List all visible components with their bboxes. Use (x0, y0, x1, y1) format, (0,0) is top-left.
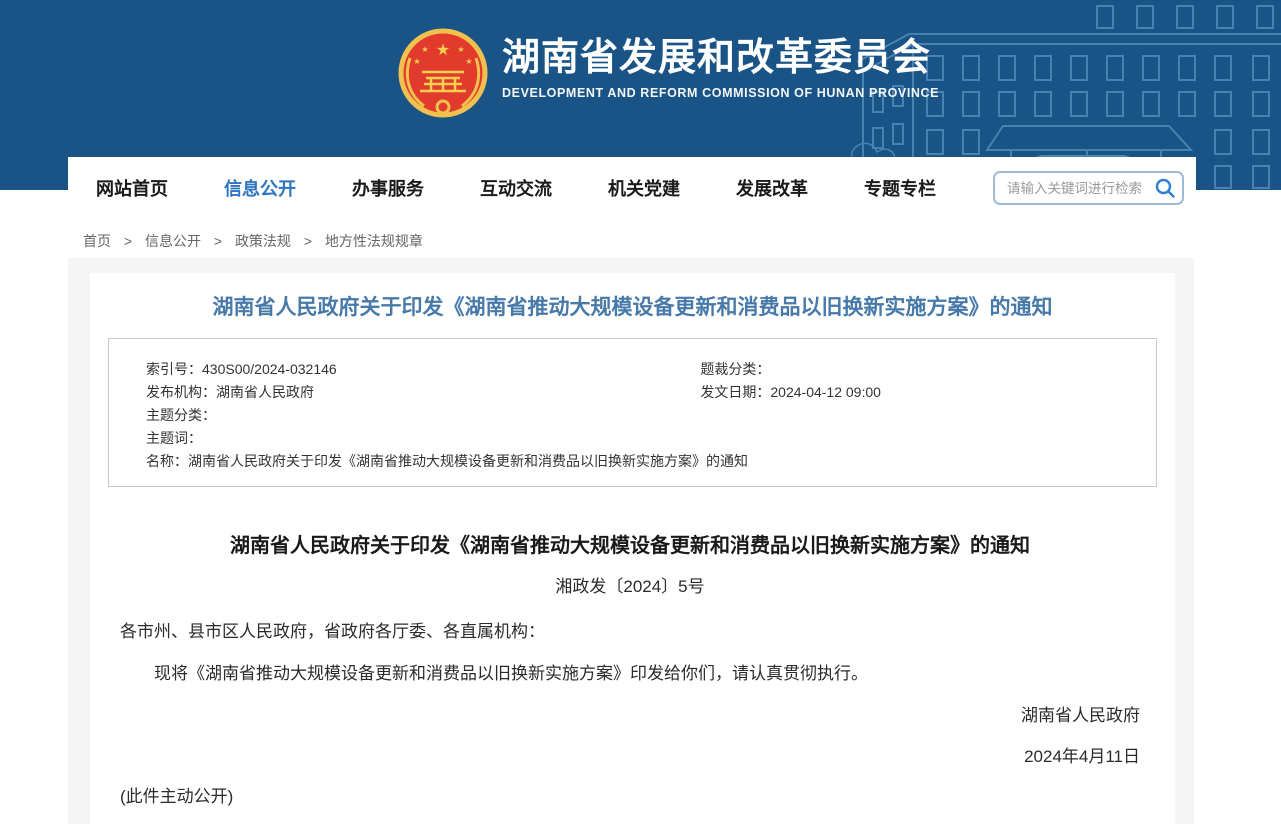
breadcrumb-info-disclosure[interactable]: 信息公开 (145, 233, 201, 249)
breadcrumb-separator: > (124, 233, 132, 249)
meta-index-label: 索引号： (146, 361, 202, 377)
nav-item-development-reform[interactable]: 发展改革 (736, 175, 808, 201)
meta-publisher: 发布机构：湖南省人民政府 (146, 381, 700, 404)
meta-date-value: 2024-04-12 09:00 (770, 384, 881, 400)
nav-item-services[interactable]: 办事服务 (352, 175, 424, 201)
nav-item-special-columns[interactable]: 专题专栏 (864, 175, 936, 201)
article-signer: 湖南省人民政府 (120, 702, 1140, 730)
article-sign-date: 2024年4月11日 (120, 743, 1140, 771)
meta-genre-label: 题裁分类： (700, 361, 770, 377)
meta-date-label: 发文日期： (700, 384, 770, 400)
site-brand: ★ ★ ★ ★ ★ 湖南省发展和改革委员会 DEVELOPMENT AND RE… (398, 28, 939, 118)
meta-empty-cell (700, 427, 1136, 450)
brand-text: 湖南省发展和改革委员会 DEVELOPMENT AND REFORM COMMI… (502, 28, 939, 100)
meta-publish-date: 发文日期：2024-04-12 09:00 (700, 381, 1136, 404)
site-subtitle: DEVELOPMENT AND REFORM COMMISSION OF HUN… (502, 86, 939, 100)
content-container: 湖南省人民政府关于印发《湖南省推动大规模设备更新和消费品以旧换新实施方案》的通知… (68, 258, 1194, 824)
meta-index-value: 430S00/2024-032146 (202, 361, 337, 377)
article-paragraph: 现将《湖南省推动大规模设备更新和消费品以旧换新实施方案》印发给你们，请认真贯彻执… (120, 660, 1140, 688)
breadcrumb-separator: > (304, 233, 312, 249)
breadcrumb: 首页 > 信息公开 > 政策法规 > 地方性法规规章 (83, 231, 423, 251)
nav-item-party-building[interactable]: 机关党建 (608, 175, 680, 201)
breadcrumb-separator: > (214, 233, 222, 249)
document-number: 湘政发〔2024〕5号 (120, 573, 1140, 601)
meta-topic-category: 主题分类： (146, 404, 700, 427)
svg-text:★: ★ (421, 45, 428, 54)
svg-text:★: ★ (436, 42, 450, 59)
breadcrumb-local-regulations[interactable]: 地方性法规规章 (325, 233, 423, 249)
nav-item-interaction[interactable]: 互动交流 (480, 175, 552, 201)
article-salutation: 各市州、县市区人民政府，省政府各厅委、各直属机构： (120, 618, 1140, 646)
search-box (993, 171, 1184, 205)
search-icon (1154, 177, 1176, 199)
meta-keywords-label: 主题词： (146, 430, 202, 446)
national-emblem-icon: ★ ★ ★ ★ ★ (398, 28, 488, 118)
page-title: 湖南省人民政府关于印发《湖南省推动大规模设备更新和消费品以旧换新实施方案》的通知 (90, 273, 1175, 322)
svg-text:★: ★ (465, 57, 472, 66)
meta-publisher-label: 发布机构： (146, 384, 216, 400)
article-disclosure-note: (此件主动公开) (120, 783, 1140, 811)
nav-item-home[interactable]: 网站首页 (96, 175, 168, 201)
site-title: 湖南省发展和改革委员会 (502, 36, 939, 80)
article-title: 湖南省人民政府关于印发《湖南省推动大规模设备更新和消费品以旧换新实施方案》的通知 (120, 532, 1140, 560)
meta-publisher-value: 湖南省人民政府 (216, 384, 314, 400)
svg-text:★: ★ (413, 57, 420, 66)
meta-keywords: 主题词： (146, 427, 700, 450)
main-navigation: 网站首页 信息公开 办事服务 互动交流 机关党建 发展改革 专题专栏 (68, 157, 1196, 219)
meta-genre: 题裁分类： (700, 358, 1136, 381)
document-card: 湖南省人民政府关于印发《湖南省推动大规模设备更新和消费品以旧换新实施方案》的通知… (90, 273, 1175, 824)
meta-name-value: 湖南省人民政府关于印发《湖南省推动大规模设备更新和消费品以旧换新实施方案》的通知 (188, 453, 748, 469)
meta-document-name: 名称：湖南省人民政府关于印发《湖南省推动大规模设备更新和消费品以旧换新实施方案》… (146, 450, 1136, 473)
nav-item-info-disclosure[interactable]: 信息公开 (224, 175, 296, 201)
meta-index-number: 索引号：430S00/2024-032146 (146, 358, 700, 381)
breadcrumb-home[interactable]: 首页 (83, 233, 111, 249)
document-metadata-box: 索引号：430S00/2024-032146 题裁分类： 发布机构：湖南省人民政… (108, 338, 1157, 487)
svg-text:★: ★ (457, 45, 464, 54)
article-body: 湖南省人民政府关于印发《湖南省推动大规模设备更新和消费品以旧换新实施方案》的通知… (90, 532, 1175, 824)
breadcrumb-policies[interactable]: 政策法规 (235, 233, 291, 249)
meta-empty-cell (700, 404, 1136, 427)
search-input[interactable] (995, 181, 1148, 196)
search-button[interactable] (1148, 173, 1182, 203)
meta-name-label: 名称： (146, 453, 188, 469)
meta-topic-label: 主题分类： (146, 407, 216, 423)
